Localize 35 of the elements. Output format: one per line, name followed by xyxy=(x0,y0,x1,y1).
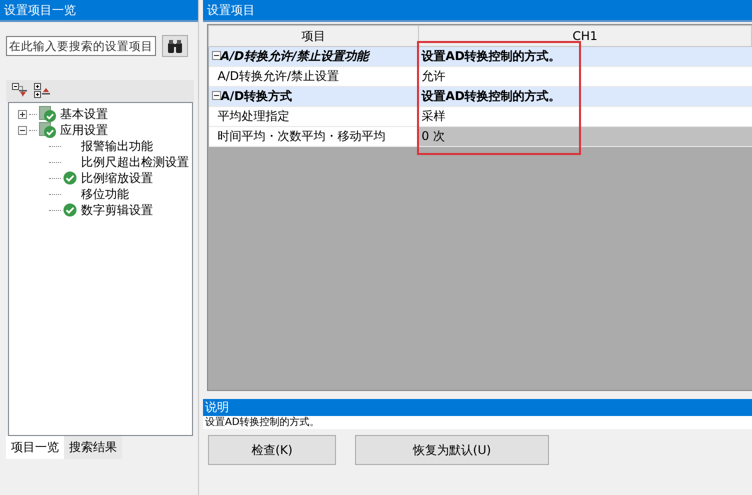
value-cell[interactable]: 采样 xyxy=(418,106,752,126)
expand-all-icon[interactable] xyxy=(34,83,50,99)
reset-button[interactable]: 恢复为默认(U) xyxy=(355,435,549,465)
column-header: CH1 xyxy=(418,26,752,46)
column-header: 项目 xyxy=(208,26,418,46)
search-field[interactable]: 在此输入要搜索的设置项目 xyxy=(6,36,156,56)
section-title: 说明 xyxy=(203,399,752,416)
value-cell[interactable]: 允许 xyxy=(418,66,752,86)
tree-item[interactable]: 报警输出功能 xyxy=(79,138,155,154)
collapse-icon[interactable] xyxy=(212,91,220,100)
tab[interactable]: 项目一览 xyxy=(6,436,64,459)
search-button[interactable] xyxy=(162,35,188,57)
tab[interactable]: 搜索结果 xyxy=(64,436,122,459)
group-label: A/D转换允许/禁止设置功能 xyxy=(220,49,369,63)
setting-label: A/D转换允许/禁止设置 xyxy=(218,69,340,83)
collapse-icon[interactable] xyxy=(212,51,220,60)
collapse-icon[interactable] xyxy=(18,126,27,134)
expand-icon[interactable] xyxy=(18,110,27,118)
tree-item[interactable]: 数字剪辑设置 xyxy=(79,202,155,218)
group-label: A/D转换方式 xyxy=(220,89,292,103)
panel-title: 设置项目 xyxy=(203,0,752,22)
setting-label: 平均处理指定 xyxy=(218,109,290,123)
tree-item[interactable]: 应用设置 xyxy=(58,122,110,138)
check-button[interactable]: 检查(K) xyxy=(208,435,336,465)
setting-label: 时间平均・次数平均・移动平均 xyxy=(218,129,386,143)
description-text: 设置AD转换控制的方式。 xyxy=(203,416,752,429)
collapse-all-icon[interactable] xyxy=(12,83,28,99)
tree-item[interactable]: 基本设置 xyxy=(58,106,110,122)
tree-item[interactable]: 移位功能 xyxy=(79,186,131,202)
value-cell: 设置AD转换控制的方式。 xyxy=(418,46,752,66)
tree-item[interactable]: 比例尺超出检测设置 xyxy=(79,154,191,170)
tree-item[interactable]: 比例缩放设置 xyxy=(79,170,155,186)
binoculars-icon xyxy=(167,38,183,54)
value-cell: 设置AD转换控制的方式。 xyxy=(418,86,752,106)
panel-title: 设置项目一览 xyxy=(0,0,198,22)
